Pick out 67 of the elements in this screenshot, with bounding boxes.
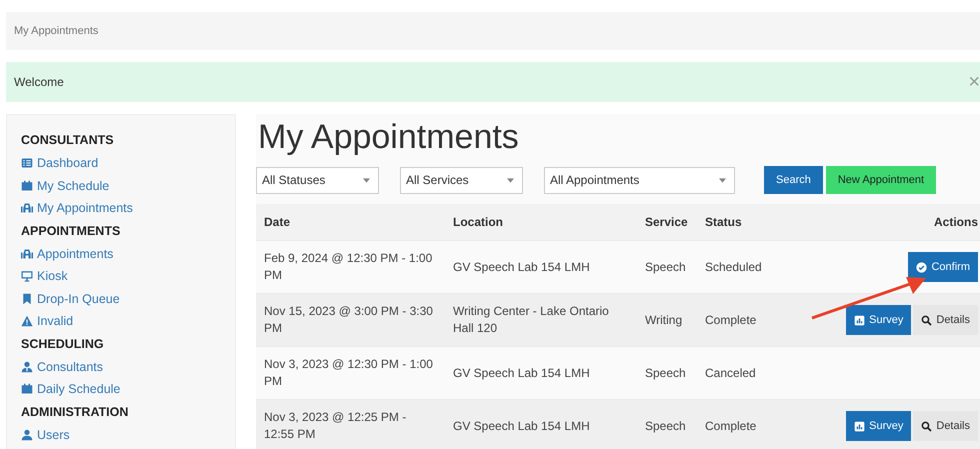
new-appointment-button[interactable]: New Appointment [826,166,936,194]
survey-button[interactable]: Survey [846,411,912,441]
sidebar-link[interactable]: Dashboard [21,152,235,174]
table-cell: Complete [697,294,793,346]
breadcrumb: My Appointments [6,12,980,50]
table-cell: Canceled [697,346,793,400]
sidebar-link[interactable]: Invalid [21,310,235,332]
survey-button[interactable]: Survey [846,305,912,335]
table-cell: Writing [637,294,697,346]
bar-chart-icon [854,314,866,326]
sidebar-heading: CONSULTANTS [21,132,115,149]
search-button[interactable]: Search [764,166,823,194]
list-icon [21,157,33,170]
table-cell: Speech [637,346,697,400]
bookmark-icon [21,292,33,305]
table-cell: GV Speech Lab 154 LMH [445,346,637,400]
table-cell: GV Speech Lab 154 LMH [445,400,637,449]
column-header: Location [445,204,637,240]
column-header: Service [637,204,697,240]
user-icon [21,428,33,441]
column-header: Actions [792,204,980,240]
sidebar-link[interactable]: Drop-In Queue [21,288,235,310]
check-circle-icon [916,262,928,272]
page-title: My Appointments [258,118,520,156]
table-cell: Feb 9, 2024 @ 12:30 PM - 1:00 PM [256,240,445,294]
details-button[interactable]: Details [913,305,978,335]
column-header: Status [697,204,793,240]
sidebar-link[interactable]: My Schedule [21,174,235,197]
sidebar-link[interactable]: Consultants [21,356,235,378]
search-icon [921,420,932,432]
filter-dropdown[interactable]: All Services [400,166,523,194]
search-icon [921,314,932,326]
filter-dropdown[interactable]: All Appointments [544,166,735,194]
sidebar-link[interactable]: Users [21,424,235,446]
table-cell: Speech [637,240,697,294]
sidebar-link[interactable]: My Appointments [21,197,235,220]
table-cell: Nov 3, 2023 @ 12:25 PM - 12:55 PM [256,400,445,449]
filter-dropdown[interactable]: All Statuses [256,166,379,194]
warning-icon [21,315,33,328]
user-icon [21,360,33,373]
bar-chart-icon [854,420,866,432]
caret-icon [719,178,726,182]
table-cell: Complete [697,400,793,449]
sidebar-link[interactable]: Daily Schedule [21,378,235,400]
caret-icon [363,178,370,182]
caret-icon [507,178,514,182]
table-cell: Writing Center - Lake Ontario Hall 120 [445,294,637,346]
sidebar-heading: ADMINISTRATION [21,404,130,420]
column-header: Date [256,204,445,240]
alert-text: Welcome [14,75,64,89]
sidebar-link[interactable]: Kiosk [21,265,235,288]
table-cell: Speech [637,400,697,449]
sidebar-heading: APPOINTMENTS [21,222,122,240]
monitor-icon [21,270,33,282]
calendar-icon [21,383,33,396]
sidebar-link[interactable]: Appointments [21,242,235,265]
table-cell: Nov 15, 2023 @ 3:00 PM - 3:30 PM [256,294,445,346]
group-icon [21,248,33,260]
table-cell: Scheduled [697,240,793,294]
details-button[interactable]: Details [913,411,978,441]
group-icon [21,202,33,214]
sidebar-heading: SCHEDULING [21,336,105,352]
table-cell: GV Speech Lab 154 LMH [445,240,637,294]
confirm-button[interactable]: Confirm [908,252,978,282]
close-button[interactable]: × [968,72,980,92]
table-cell: Nov 3, 2023 @ 12:30 PM - 1:00 PM [256,346,445,400]
calendar-icon [21,180,33,192]
